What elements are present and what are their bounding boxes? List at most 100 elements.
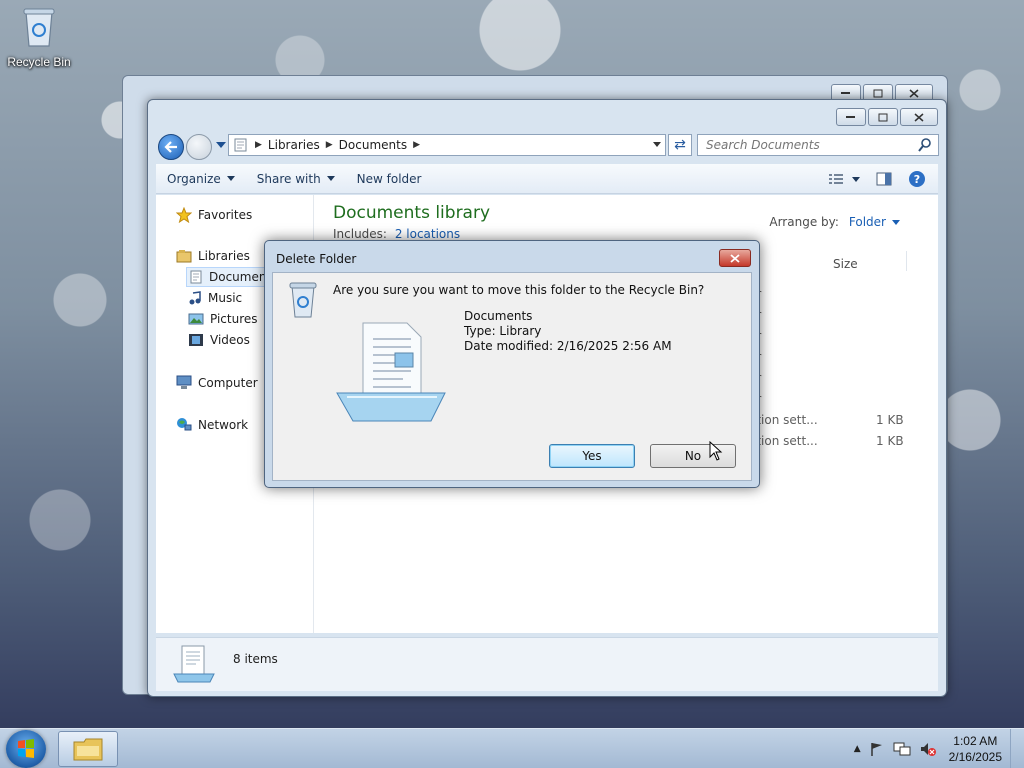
- table-row-size: 1 KB: [876, 434, 904, 448]
- includes-locations-link[interactable]: 2 locations: [395, 227, 460, 241]
- dialog-item-type: Type: Library: [464, 324, 542, 338]
- dialog-title: Delete Folder: [276, 252, 357, 266]
- chevron-down-icon: [892, 219, 900, 225]
- address-dropdown-icon[interactable]: [653, 142, 661, 147]
- forward-button[interactable]: [186, 134, 212, 160]
- taskbar-explorer-button[interactable]: [58, 731, 118, 767]
- help-icon[interactable]: ?: [908, 170, 926, 188]
- nav-pictures[interactable]: Pictures: [188, 312, 258, 326]
- view-details-icon: [829, 174, 843, 184]
- minimize-icon: [846, 116, 855, 118]
- nav-favorites[interactable]: Favorites: [176, 207, 252, 223]
- nav-computer[interactable]: Computer: [176, 375, 258, 390]
- close-icon: [909, 88, 919, 98]
- dialog-question: Are you sure you want to move this folde…: [333, 283, 705, 297]
- minimize-icon: [841, 92, 850, 94]
- recycle-bin-icon: [289, 282, 317, 318]
- computer-icon: [176, 375, 192, 389]
- column-divider[interactable]: [906, 251, 907, 271]
- back-button[interactable]: [158, 134, 184, 160]
- nav-computer-label: Computer: [198, 375, 258, 390]
- search-icon: [918, 138, 931, 152]
- preview-pane-icon[interactable]: [876, 172, 892, 186]
- documents-library-icon: [336, 322, 446, 422]
- new-folder-label: New folder: [356, 171, 422, 186]
- yes-button[interactable]: Yes: [549, 444, 635, 468]
- recycle-bin-icon: [23, 8, 55, 47]
- new-folder-button[interactable]: New folder: [346, 164, 433, 193]
- nav-videos[interactable]: Videos: [188, 333, 250, 347]
- show-hidden-icons-button[interactable]: ▲: [854, 744, 861, 754]
- taskbar: ▲ 1:02 AM 2/16/2025: [0, 728, 1024, 768]
- arrange-by-label: Arrange by:: [769, 215, 839, 229]
- folder-icon: [73, 738, 103, 761]
- desktop-icon-recycle-bin[interactable]: Recycle Bin: [4, 6, 74, 69]
- chevron-down-icon: [852, 176, 860, 182]
- refresh-button[interactable]: ⇄: [668, 134, 692, 156]
- svg-text:?: ?: [914, 173, 920, 186]
- details-pane: 8 items: [156, 637, 938, 691]
- nav-network[interactable]: Network: [176, 417, 248, 432]
- chevron-down-icon: [326, 176, 335, 181]
- dialog-close-button[interactable]: [719, 249, 751, 267]
- network-status-icon[interactable]: [893, 741, 911, 757]
- no-button[interactable]: No: [650, 444, 736, 468]
- arrange-by-value: Folder: [848, 215, 886, 229]
- restore-icon: [873, 89, 883, 97]
- breadcrumb-arrow-icon[interactable]: ▶: [326, 140, 333, 150]
- dialog-item-info: Documents Type: Library Date modified: 2…: [464, 309, 672, 354]
- system-tray: ▲ 1:02 AM 2/16/2025: [854, 729, 1024, 768]
- close-button[interactable]: [900, 108, 938, 126]
- clock-time: 1:02 AM: [953, 734, 998, 748]
- search-box[interactable]: [697, 134, 939, 156]
- search-input[interactable]: [698, 135, 908, 155]
- share-with-button[interactable]: Share with: [246, 164, 346, 193]
- windows-logo-icon: [18, 739, 34, 758]
- table-row-size: 1 KB: [876, 413, 904, 427]
- volume-muted-icon[interactable]: [919, 741, 937, 757]
- action-center-flag-icon[interactable]: [869, 741, 885, 757]
- nav-libraries-label: Libraries: [198, 249, 250, 263]
- nav-music-label: Music: [208, 291, 243, 305]
- column-header-size[interactable]: Size: [833, 257, 858, 271]
- share-with-label: Share with: [256, 171, 321, 186]
- dialog-item-modified: Date modified: 2/16/2025 2:56 AM: [464, 339, 672, 353]
- breadcrumb-documents[interactable]: Documents: [339, 138, 407, 152]
- nav-music[interactable]: Music: [188, 291, 242, 305]
- libraries-icon: [176, 250, 192, 263]
- desktop-icon-label: Recycle Bin: [7, 55, 71, 69]
- close-icon: [914, 112, 924, 122]
- library-icon: [234, 138, 247, 152]
- mouse-cursor-icon: [709, 441, 723, 461]
- close-icon: [730, 253, 740, 263]
- chevron-down-icon: [226, 176, 235, 181]
- minimize-button[interactable]: [836, 108, 866, 126]
- documents-icon: [190, 270, 202, 284]
- show-desktop-button[interactable]: [1010, 729, 1024, 768]
- recent-pages-dropdown[interactable]: [216, 142, 226, 148]
- address-row: ▶ Libraries ▶ Documents ▶ ⇄: [156, 132, 939, 160]
- documents-library-icon: [173, 645, 215, 683]
- arrange-by-dropdown[interactable]: Folder: [849, 215, 900, 229]
- breadcrumb-libraries[interactable]: Libraries: [268, 138, 320, 152]
- nav-favorites-label: Favorites: [198, 208, 253, 222]
- organize-button[interactable]: Organize: [156, 164, 246, 193]
- breadcrumb-arrow-icon[interactable]: ▶: [255, 140, 262, 150]
- nav-network-label: Network: [198, 417, 249, 432]
- clock-date: 2/16/2025: [948, 750, 1002, 764]
- maximize-button[interactable]: [868, 108, 898, 126]
- start-button[interactable]: [6, 730, 46, 768]
- videos-icon: [189, 334, 203, 346]
- includes-label: Includes:: [333, 227, 387, 241]
- change-view-button[interactable]: [828, 173, 860, 185]
- nav-pictures-label: Pictures: [210, 312, 258, 326]
- command-bar: Organize Share with New folder ?: [156, 164, 938, 194]
- nav-libraries[interactable]: Libraries: [176, 249, 250, 263]
- restore-icon: [878, 113, 888, 121]
- refresh-icon: ⇄: [674, 137, 686, 153]
- breadcrumb-arrow-icon[interactable]: ▶: [413, 140, 420, 150]
- address-bar[interactable]: ▶ Libraries ▶ Documents ▶: [228, 134, 666, 156]
- taskbar-clock[interactable]: 1:02 AM 2/16/2025: [949, 733, 1002, 765]
- back-arrow-icon: [164, 141, 177, 153]
- dialog-body: Are you sure you want to move this folde…: [272, 272, 752, 481]
